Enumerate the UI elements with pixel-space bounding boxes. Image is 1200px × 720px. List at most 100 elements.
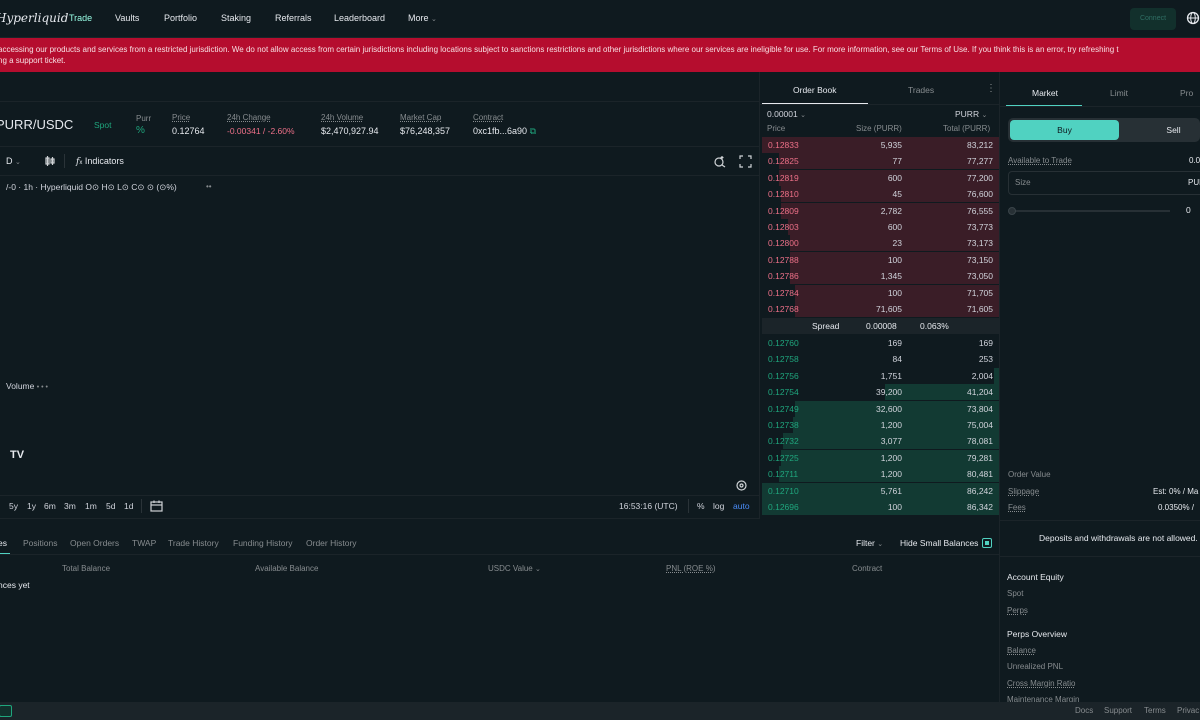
bid-row[interactable]: 0.12696 100 86,342 (762, 499, 999, 515)
log-scale-toggle[interactable]: log (713, 501, 724, 511)
footer-docs-link[interactable]: Docs (1075, 706, 1093, 715)
percent-scale-toggle[interactable]: % (697, 501, 705, 511)
bid-row[interactable]: 0.12758 84 253 (762, 351, 999, 367)
tick-size-selector[interactable]: 0.00001 ⌄ (767, 109, 806, 119)
auto-scale-toggle[interactable]: auto (733, 501, 750, 511)
range-5d[interactable]: 5d (106, 501, 115, 511)
bid-row[interactable]: 0.12749 32,600 73,804 (762, 400, 999, 417)
chart-settings-icon[interactable] (736, 480, 747, 491)
size-slider[interactable] (1008, 205, 1170, 217)
bid-row[interactable]: 0.12760 169 169 (762, 335, 999, 351)
slider-value[interactable]: 0 (1186, 205, 1191, 215)
bid-size: 84 (892, 354, 902, 365)
tab-trades[interactable]: Trades (908, 85, 934, 95)
connection-status-icon[interactable] (0, 705, 12, 717)
contract-address: 0xc1fb...6a90 (473, 126, 528, 136)
ask-row[interactable]: 0.12833 5,935 83,212 (762, 137, 999, 153)
more-vertical-icon[interactable]: ⋮ (986, 83, 996, 94)
unit-selector[interactable]: PURR ⌄ (955, 109, 987, 119)
tab-balances[interactable]: es (0, 538, 7, 548)
range-6m[interactable]: 6m (44, 501, 56, 511)
indicators-button[interactable]: fx Indicators (76, 156, 124, 167)
tradingview-logo-icon[interactable]: TV (10, 449, 24, 461)
tab-pro[interactable]: Pro (1180, 88, 1193, 98)
col-usdc-value[interactable]: USDC Value ⌄ (488, 564, 541, 573)
bid-price: 0.12711 (768, 469, 799, 480)
ask-price: 0.12784 (768, 287, 799, 298)
ask-row[interactable]: 0.12800 23 73,173 (762, 235, 999, 252)
toolbar-divider (64, 154, 65, 168)
account-equity-title: Account Equity (1007, 572, 1064, 582)
contract-value[interactable]: 0xc1fb...6a90 ⧉ (473, 126, 536, 137)
unit-value: PURR (955, 109, 980, 119)
tab-market[interactable]: Market (1032, 88, 1058, 98)
legend-more-icon[interactable]: •• (206, 182, 212, 191)
ask-row[interactable]: 0.12788 100 73,150 (762, 251, 999, 268)
interval-selector[interactable]: D ⌄ (6, 156, 21, 166)
bid-row[interactable]: 0.12738 1,200 75,004 (762, 417, 999, 433)
size-unit[interactable]: PUR (1188, 178, 1200, 187)
nav-vaults[interactable]: Vaults (115, 13, 139, 23)
ask-price: 0.12825 (768, 156, 799, 167)
bid-row[interactable]: 0.12732 3,077 78,081 (762, 433, 999, 450)
ask-row[interactable]: 0.12803 600 73,773 (762, 219, 999, 235)
slider-handle[interactable] (1008, 207, 1016, 215)
range-3m[interactable]: 3m (64, 501, 76, 511)
chart-clock[interactable]: 16:53:16 (UTC) (619, 501, 678, 511)
ask-row[interactable]: 0.12825 77 77,277 (762, 153, 999, 170)
bid-row[interactable]: 0.12710 5,761 86,242 (762, 482, 999, 499)
equity-spot-label: Spot (1007, 589, 1024, 598)
external-link-icon[interactable]: ⧉ (530, 126, 536, 136)
ask-row[interactable]: 0.12809 2,782 76,555 (762, 202, 999, 219)
hide-small-balances-checkbox[interactable] (982, 538, 992, 548)
col-contract: Contract (852, 564, 883, 573)
tab-twap[interactable]: TWAP (132, 538, 156, 548)
fullscreen-icon[interactable] (739, 155, 752, 168)
range-1y[interactable]: 1y (27, 501, 36, 511)
sell-button[interactable]: Sell (1121, 120, 1200, 140)
ask-row[interactable]: 0.12810 45 76,600 (762, 186, 999, 203)
nav-leaderboard[interactable]: Leaderboard (334, 13, 385, 23)
footer-privacy-link[interactable]: Privac (1177, 706, 1199, 715)
buy-button[interactable]: Buy (1010, 120, 1119, 140)
ask-row[interactable]: 0.12786 1,345 73,050 (762, 268, 999, 285)
nav-trade[interactable]: Trade (69, 13, 92, 23)
footer-support-link[interactable]: Support (1104, 706, 1132, 715)
bid-row[interactable]: 0.12711 1,200 80,481 (762, 466, 999, 483)
bid-row[interactable]: 0.12754 39,200 41,204 (762, 384, 999, 401)
tab-funding-history[interactable]: Funding History (233, 538, 293, 548)
bid-row[interactable]: 0.12756 1,751 2,004 (762, 367, 999, 384)
nav-staking[interactable]: Staking (221, 13, 251, 23)
maintenance-margin-label: Maintenance Margin (1007, 695, 1080, 702)
nav-referrals[interactable]: Referrals (275, 13, 312, 23)
size-input[interactable]: Size PUR (1008, 171, 1200, 195)
indicators-label: Indicators (84, 156, 124, 166)
filter-dropdown[interactable]: Filter ⌄ (856, 538, 883, 548)
chart-area[interactable]: D ⌄ fx Indicators /-0 · 1h · Hyperliquid… (0, 147, 760, 519)
tab-limit[interactable]: Limit (1110, 88, 1128, 98)
logo[interactable]: Hyperliquid (0, 11, 68, 25)
range-5y[interactable]: 5y (9, 501, 18, 511)
tab-positions[interactable]: Positions (23, 538, 58, 548)
nav-portfolio[interactable]: Portfolio (164, 13, 197, 23)
pair-selector[interactable]: PURR/USDC (0, 117, 73, 132)
order-form-panel: Market Limit Pro Buy Sell Available to T… (1000, 72, 1200, 702)
footer-terms-link[interactable]: Terms (1144, 706, 1166, 715)
ask-row[interactable]: 0.12784 100 71,705 (762, 284, 999, 301)
tab-open-orders[interactable]: Open Orders (70, 538, 119, 548)
chevron-down-icon: ⌄ (15, 159, 21, 166)
connect-button[interactable]: Connect (1130, 8, 1176, 30)
screenshot-icon[interactable] (713, 155, 726, 168)
tab-order-book[interactable]: Order Book (793, 85, 836, 95)
globe-icon[interactable] (1186, 11, 1200, 25)
bid-row[interactable]: 0.12725 1,200 79,281 (762, 449, 999, 466)
candle-type-icon[interactable] (44, 155, 56, 167)
ask-row[interactable]: 0.12768 71,605 71,605 (762, 301, 999, 317)
ask-row[interactable]: 0.12819 600 77,200 (762, 169, 999, 186)
tab-order-history[interactable]: Order History (306, 538, 357, 548)
range-1m[interactable]: 1m (85, 501, 97, 511)
range-1d[interactable]: 1d (124, 501, 133, 511)
tab-trade-history[interactable]: Trade History (168, 538, 219, 548)
nav-more[interactable]: More ⌄ (408, 13, 437, 23)
calendar-icon[interactable] (150, 500, 163, 512)
